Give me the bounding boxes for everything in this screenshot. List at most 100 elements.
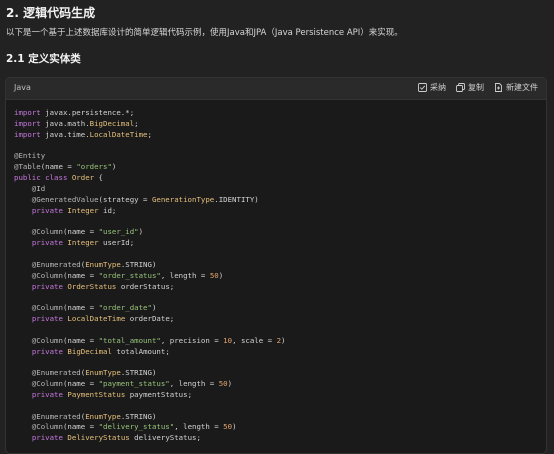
code-token: private <box>31 238 63 248</box>
code-line: @Enumerated(EnumType.STRING) <box>14 260 538 271</box>
code-token: 10 <box>223 335 233 345</box>
code-token: , length = <box>174 422 224 432</box>
code-token: @Entity <box>14 151 46 161</box>
code-line: import java.math.BigDecimal; <box>14 119 538 130</box>
code-line: private BigDecimal totalAmount; <box>14 347 538 358</box>
code-token: .STRING) <box>120 368 157 378</box>
code-token: EnumType <box>85 368 121 378</box>
code-line: private Integer id; <box>14 206 538 217</box>
code-token: @Table <box>14 162 41 172</box>
adopt-label: 采纳 <box>430 83 446 92</box>
code-token: ) <box>218 270 224 280</box>
code-line: import java.time.LocalDateTime; <box>14 130 538 141</box>
code-token: ) <box>151 303 157 313</box>
code-token: EnumType <box>85 259 121 269</box>
code-token: , length = <box>169 379 219 389</box>
code-token: @Column <box>14 227 63 237</box>
code-token: @Enumerated <box>14 368 81 378</box>
code-token: private <box>31 433 63 443</box>
code-token: DeliveryStatus <box>67 433 130 443</box>
code-token: 50 <box>209 270 219 280</box>
code-token: OrderStatus <box>67 281 117 291</box>
code-token: EnumType <box>85 411 121 421</box>
code-token: orderStatus; <box>116 281 175 291</box>
code-token: , precision = <box>160 335 224 345</box>
code-token: (strategy = <box>98 194 152 204</box>
code-token: ) <box>281 335 286 345</box>
code-token: @GeneratedValue <box>14 194 99 204</box>
code-line: @Column(name = "payment_status", length … <box>14 379 538 390</box>
subsection-title: 2.1 定义实体类 <box>6 53 81 65</box>
adopt-button[interactable]: 采纳 <box>418 82 446 93</box>
code-token: @Column <box>14 270 63 280</box>
code-token: id; <box>98 205 117 215</box>
code-token: Integer <box>67 205 99 215</box>
code-line: @Table(name = "orders") <box>14 162 538 173</box>
code-token: (name = <box>62 227 99 237</box>
code-token: ) <box>227 379 233 389</box>
code-token: , scale = <box>232 335 277 345</box>
code-line: import javax.persistence.*; <box>14 108 538 119</box>
code-token: "delivery_status" <box>98 422 175 432</box>
code-line: private PaymentStatus paymentStatus; <box>14 390 538 401</box>
code-token: "order_date" <box>98 303 152 313</box>
code-block-header: Java 采纳 复制 新建文件 <box>6 78 546 100</box>
code-token: @Column <box>14 335 63 345</box>
code-token: GenerationType <box>151 194 215 204</box>
code-token: PaymentStatus <box>67 389 126 399</box>
new-file-button[interactable]: 新建文件 <box>494 82 538 93</box>
code-token: class <box>45 173 68 183</box>
code-token: public <box>14 173 41 183</box>
code-token: (name = <box>62 335 99 345</box>
code-line: private OrderStatus orderStatus; <box>14 282 538 293</box>
code-line: @Column(name = "order_date") <box>14 303 538 314</box>
code-token: @Enumerated <box>14 411 81 421</box>
code-token: private <box>31 389 63 399</box>
code-token: BigDecimal <box>89 118 135 128</box>
code-line: @Column(name = "delivery_status", length… <box>14 422 538 433</box>
copy-label: 复制 <box>468 83 484 92</box>
code-token: @Column <box>14 303 63 313</box>
code-token: .STRING) <box>120 259 157 269</box>
code-token: "user_id" <box>98 227 139 237</box>
code-token: ) <box>111 162 117 172</box>
code-line: @Column(name = "user_id") <box>14 227 538 238</box>
code-line: @GeneratedValue(strategy = GenerationTyp… <box>14 195 538 206</box>
code-token: ) <box>232 422 237 432</box>
checkbox-icon <box>418 83 427 92</box>
code-token: javax.persistence.*; <box>40 108 135 117</box>
code-token: (name = <box>62 270 99 280</box>
code-token: private <box>31 281 63 291</box>
code-token: ; <box>134 118 139 128</box>
code-line: private LocalDateTime orderDate; <box>14 314 538 325</box>
code-token: import <box>14 129 41 139</box>
copy-button[interactable]: 复制 <box>456 82 484 93</box>
code-line: @Id <box>14 184 538 195</box>
code-token: paymentStatus; <box>125 389 193 399</box>
code-token: , length = <box>160 270 210 280</box>
code-token: ) <box>138 227 144 237</box>
code-token: Order <box>71 173 95 183</box>
code-line: @Enumerated(EnumType.STRING) <box>14 368 538 379</box>
code-token: totalAmount; <box>111 346 170 356</box>
code-token: @Enumerated <box>14 259 81 269</box>
code-line: public class Order { <box>14 173 538 184</box>
code-token: orderDate; <box>125 314 175 324</box>
code-token: @Column <box>14 379 63 389</box>
code-token: 50 <box>223 422 233 432</box>
code-token: @Column <box>14 422 63 432</box>
code-line: @Entity <box>14 151 538 162</box>
code-token: ; <box>147 129 152 139</box>
code-token: (name = <box>40 162 77 172</box>
